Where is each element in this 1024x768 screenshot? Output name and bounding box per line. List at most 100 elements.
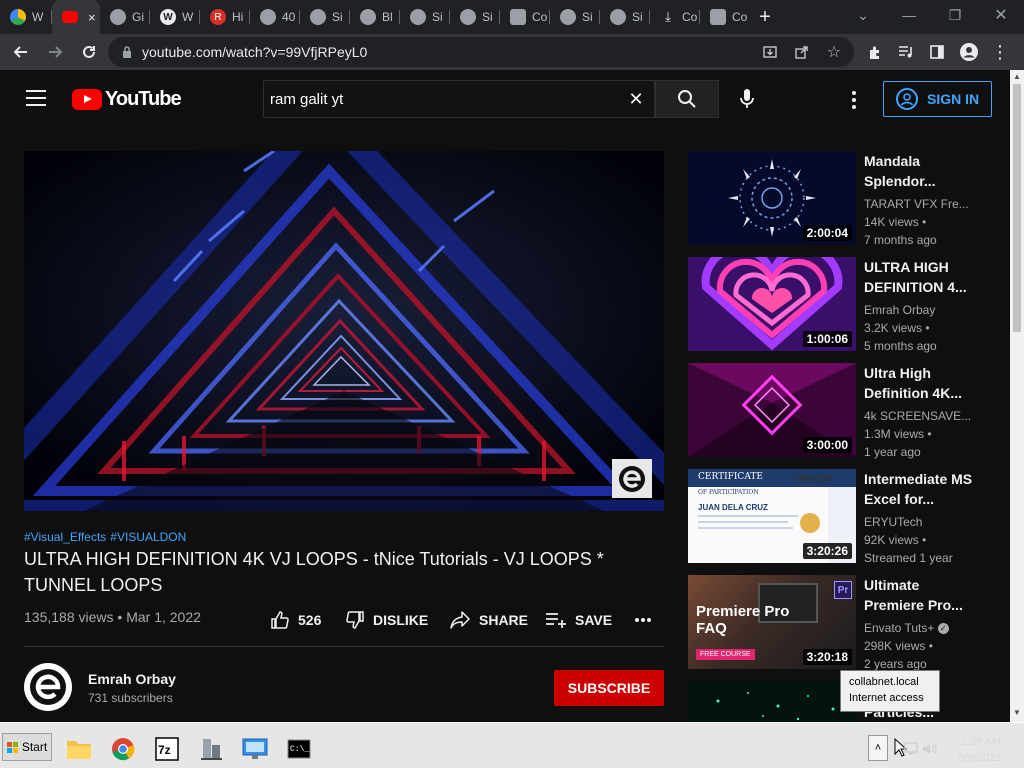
certificate-heading: CERTIFICATE (698, 472, 763, 482)
side-panel-icon[interactable] (922, 37, 952, 67)
globe-icon (410, 9, 426, 25)
video-thumbnail[interactable]: CERTIFICATE OF PARTICIPATION SWISSQIT JU… (688, 469, 856, 563)
video-thumbnail[interactable]: Pr Premiere Pro FAQ FREE COURSE 3:20:18 (688, 575, 856, 669)
extensions-puzzle-icon[interactable] (860, 37, 890, 67)
browser-tab[interactable]: Si (400, 0, 450, 34)
remote-desktop-icon[interactable] (242, 736, 268, 762)
recommended-video[interactable]: 2:00:04 Mandala Splendor... TARART VFX F… (688, 151, 988, 247)
hashtag-link[interactable]: #VISUALDON (110, 530, 186, 544)
browser-tab[interactable]: 40 (250, 0, 300, 34)
video-thumbnail[interactable] (688, 681, 856, 722)
browser-tab[interactable]: R Hi (200, 0, 250, 34)
voice-search-button[interactable] (728, 80, 766, 118)
7zip-icon[interactable]: 7z (154, 736, 180, 762)
recommended-channel[interactable]: ERYUTech (864, 513, 922, 531)
browser-tab[interactable]: Gi (100, 0, 150, 34)
upload-date: Mar 1, 2022 (126, 609, 201, 625)
recommended-channel[interactable]: 4k SCREENSAVE... (864, 407, 971, 425)
hamburger-menu-icon[interactable] (26, 90, 46, 106)
profile-icon[interactable] (954, 37, 984, 67)
save-label: SAVE (575, 612, 613, 628)
browser-tab[interactable]: ⤓ Co (650, 0, 700, 34)
share-button[interactable]: SHARE (449, 606, 528, 634)
chrome-menu-icon[interactable]: ⋮ (985, 37, 1015, 67)
settings-more-icon[interactable] (840, 86, 868, 114)
video-thumbnail[interactable]: 1:00:06 (688, 257, 856, 351)
clock-date[interactable]: 8/6/2022 (950, 752, 1010, 764)
browser-tab[interactable]: WW (150, 0, 200, 34)
more-actions-button[interactable] (634, 606, 652, 634)
recommended-title[interactable]: Intermediate MS Excel for... (864, 469, 974, 509)
video-thumbnail[interactable]: 3:00:00 (688, 363, 856, 457)
browser-tab[interactable]: Si (600, 0, 650, 34)
recommended-title[interactable]: Mandala Splendor... (864, 151, 974, 191)
page-scrollbar[interactable]: ▲ ▼ (1010, 70, 1024, 722)
youtube-logo[interactable]: YouTube (72, 88, 182, 111)
file-explorer-icon[interactable] (66, 736, 92, 762)
restore-icon[interactable]: ❐ (932, 0, 978, 30)
more-horizontal-icon (635, 618, 651, 622)
scrollbar-thumb[interactable] (1013, 84, 1021, 332)
channel-avatar[interactable] (24, 663, 72, 711)
recommended-video[interactable]: 3:00:00 Ultra High Definition 4K... 4k S… (688, 363, 988, 459)
recommended-channel[interactable]: TARART VFX Fre... (864, 195, 969, 213)
browser-tab[interactable]: Si (550, 0, 600, 34)
close-window-icon[interactable]: ✕ (978, 0, 1024, 30)
volume-icon[interactable] (920, 736, 938, 762)
recommended-title[interactable]: Ultimate Premiere Pro... (864, 575, 974, 615)
network-icon[interactable] (902, 736, 920, 762)
recommended-title[interactable]: ULTRA HIGH DEFINITION 4... (864, 257, 974, 297)
recommended-channel[interactable]: Emrah Orbay (864, 301, 935, 319)
like-button[interactable]: 526 (270, 606, 321, 634)
dislike-button[interactable]: DISLIKE (345, 606, 428, 634)
media-control-icon[interactable] (891, 37, 921, 67)
reload-icon[interactable] (74, 37, 104, 67)
browser-tab[interactable]: W (0, 0, 52, 34)
recommended-title[interactable]: Ultra High Definition 4K... (864, 363, 974, 403)
search-button[interactable] (655, 80, 719, 118)
start-button[interactable]: Start (2, 733, 52, 761)
show-hidden-icons-button[interactable]: ˄ (868, 735, 888, 761)
channel-watermark-logo[interactable] (612, 459, 652, 498)
subscribe-button[interactable]: SUBSCRIBE (554, 670, 664, 706)
clock-time[interactable]: 1:39 AM (956, 736, 1006, 748)
hashtag-link[interactable]: #Visual_Effects (24, 530, 106, 544)
recommended-channel: Envato Tuts+ ✓ (864, 619, 949, 637)
recommended-video[interactable]: CERTIFICATE OF PARTICIPATION SWISSQIT JU… (688, 469, 988, 565)
bookmark-star-icon[interactable]: ☆ (822, 40, 846, 64)
browser-tab[interactable]: Co (500, 0, 550, 34)
browser-tab[interactable]: Co (700, 0, 750, 34)
server-manager-icon[interactable] (198, 736, 224, 762)
video-thumbnail[interactable]: 2:00:04 (688, 151, 856, 245)
tab-search-icon[interactable]: ⌄ (840, 0, 886, 30)
scroll-down-arrow-icon[interactable]: ▼ (1013, 708, 1021, 717)
recommended-views: 92K views • (864, 533, 927, 547)
save-button[interactable]: SAVE (545, 606, 612, 634)
video-player[interactable] (24, 151, 664, 511)
recommended-video[interactable]: Pr Premiere Pro FAQ FREE COURSE 3:20:18 … (688, 575, 988, 671)
command-prompt-icon[interactable]: C:\_ (286, 736, 312, 762)
browser-tab-active[interactable]: × (52, 0, 100, 34)
recommended-views: 3.2K views • (864, 321, 930, 335)
clear-search-icon[interactable]: ✕ (626, 89, 646, 109)
browser-tab[interactable]: Si (450, 0, 500, 34)
scroll-up-arrow-icon[interactable]: ▲ (1013, 72, 1021, 81)
back-arrow-icon[interactable] (6, 37, 36, 67)
recommended-video[interactable]: Particles... (688, 681, 988, 722)
close-tab-icon[interactable]: × (88, 10, 96, 25)
address-bar[interactable]: youtube.com/watch?v=99VfjRPeyL0 ☆ (108, 37, 854, 67)
chrome-icon[interactable] (110, 736, 136, 762)
forward-arrow-icon[interactable] (40, 37, 70, 67)
new-tab-button[interactable]: + (750, 0, 780, 34)
search-input[interactable]: ram galit yt ✕ (263, 80, 655, 118)
lock-icon[interactable] (120, 45, 134, 59)
globe-icon (260, 9, 276, 25)
channel-name[interactable]: Emrah Orbay (88, 671, 176, 687)
share-icon[interactable] (790, 40, 814, 64)
browser-tab[interactable]: Bl (350, 0, 400, 34)
install-app-icon[interactable] (758, 40, 782, 64)
recommended-video[interactable]: 1:00:06 ULTRA HIGH DEFINITION 4... Emrah… (688, 257, 988, 353)
browser-tab[interactable]: Si (300, 0, 350, 34)
minimize-icon[interactable]: — (886, 0, 932, 30)
sign-in-button[interactable]: SIGN IN (883, 81, 992, 117)
